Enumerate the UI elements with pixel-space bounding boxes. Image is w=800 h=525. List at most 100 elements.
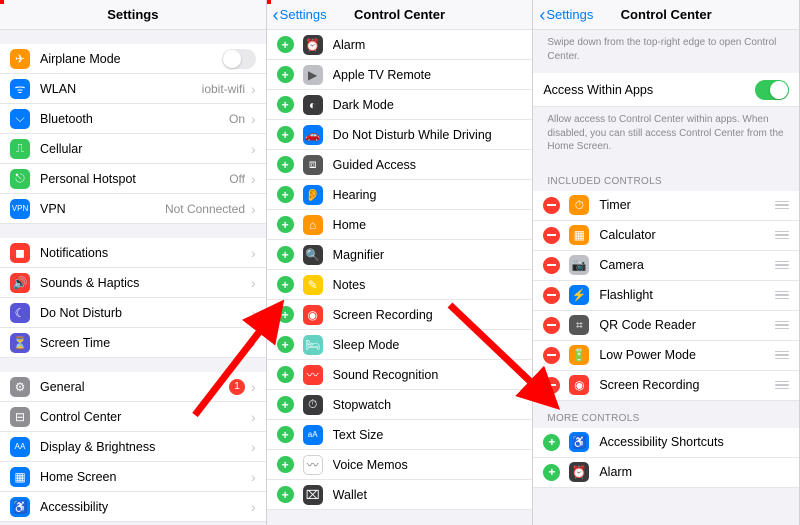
sleep-icon: 🛏 [303,335,323,355]
remove-button[interactable] [543,377,560,394]
row-stopwatch[interactable]: +⏱Stopwatch [267,390,533,420]
row-flashlight[interactable]: ⚡Flashlight [533,281,799,311]
add-button[interactable]: + [277,66,294,83]
add-button[interactable]: + [277,366,294,383]
row-alarm2[interactable]: +⏰Alarm [533,458,799,488]
dnd-drive-icon: 🚗 [303,125,323,145]
reorder-handle[interactable] [775,231,789,240]
wlan-icon: ᯤ [10,79,30,99]
row-wlan[interactable]: ᯤWLANiobit-wifi› [0,74,266,104]
panel2-header: ‹ Settings Control Center [267,0,533,30]
row-bluetooth[interactable]: ⌵BluetoothOn› [0,104,266,134]
row-cellular[interactable]: ⎍Cellular› [0,134,266,164]
reorder-handle[interactable] [775,351,789,360]
airplane-icon: ✈ [10,49,30,69]
reorder-handle[interactable] [775,201,789,210]
row-accessibility[interactable]: ♿Accessibility› [0,492,266,522]
notifications-icon: ◼ [10,243,30,263]
row-screenrec2[interactable]: ◉Screen Recording [533,371,799,401]
row-home[interactable]: ▦Home Screen› [0,462,266,492]
row-label: Do Not Disturb While Driving [333,128,533,142]
row-timer[interactable]: ⏱Timer [533,191,799,221]
vpn-icon: VPN [10,199,30,219]
toggle-switch[interactable] [755,80,789,100]
add-button[interactable]: + [277,156,294,173]
row-detail: Not Connected [165,202,245,216]
back-button[interactable]: ‹ Settings [267,6,327,24]
add-button[interactable]: + [277,306,294,323]
row-hotspot[interactable]: ⎋Personal HotspotOff› [0,164,266,194]
remove-button[interactable] [543,317,560,334]
add-button[interactable]: + [277,96,294,113]
row-control-center[interactable]: ⊟Control Center› [0,402,266,432]
add-button[interactable]: + [277,486,294,503]
add-button[interactable]: + [277,426,294,443]
row-label: Sound Recognition [333,368,533,382]
chevron-right-icon: › [251,305,256,321]
add-button[interactable]: + [277,216,294,233]
row-qr[interactable]: ⌗QR Code Reader [533,311,799,341]
remove-button[interactable] [543,227,560,244]
row-dnd[interactable]: ☾Do Not Disturb› [0,298,266,328]
row-general[interactable]: ⚙General1› [0,372,266,402]
back-button[interactable]: ‹ Settings [533,6,593,24]
row-screenrec[interactable]: +◉Screen Recording [267,300,533,330]
row-wallet[interactable]: +⌧Wallet [267,480,533,510]
add-button[interactable]: + [277,126,294,143]
add-button[interactable]: + [277,246,294,263]
flashlight-icon: ⚡ [569,285,589,305]
add-button[interactable]: + [277,456,294,473]
remove-button[interactable] [543,287,560,304]
add-button[interactable]: + [277,186,294,203]
chevron-left-icon: ‹ [539,6,545,24]
row-hearing[interactable]: +👂Hearing [267,180,533,210]
row-access-within-apps[interactable]: Access Within Apps [533,73,799,107]
chevron-right-icon: › [251,379,256,395]
add-button[interactable]: + [543,434,560,451]
row-alarm[interactable]: +⏰Alarm [267,30,533,60]
magnifier-icon: 🔍 [303,245,323,265]
row-dark-mode[interactable]: +◐Dark Mode [267,90,533,120]
row-textsize[interactable]: +aAText Size [267,420,533,450]
reorder-handle[interactable] [775,321,789,330]
row-lowpower[interactable]: 🔋Low Power Mode [533,341,799,371]
reorder-handle[interactable] [775,291,789,300]
row-label: Screen Time [40,336,251,350]
add-button[interactable]: + [277,276,294,293]
row-calculator[interactable]: ▦Calculator [533,221,799,251]
add-button[interactable]: + [277,36,294,53]
cellular-icon: ⎍ [10,139,30,159]
toggle-switch[interactable] [222,49,256,69]
row-camera[interactable]: 📷Camera [533,251,799,281]
row-label: Apple TV Remote [333,68,533,82]
add-button[interactable]: + [277,336,294,353]
row-label: Home Screen [40,470,251,484]
row-dnd-drive[interactable]: + 🚗 Do Not Disturb While Driving [267,120,533,150]
row-magnifier[interactable]: +🔍Magnifier [267,240,533,270]
remove-button[interactable] [543,257,560,274]
reorder-handle[interactable] [775,261,789,270]
row-apple-tv[interactable]: +▶Apple TV Remote [267,60,533,90]
remove-button[interactable] [543,347,560,364]
row-soundrec[interactable]: +〰Sound Recognition [267,360,533,390]
row-home2[interactable]: +⌂Home [267,210,533,240]
add-button[interactable]: + [543,464,560,481]
chevron-right-icon: › [251,335,256,351]
remove-button[interactable] [543,197,560,214]
row-screentime[interactable]: ⏳Screen Time› [0,328,266,358]
row-notifications[interactable]: ◼Notifications› [0,238,266,268]
row-airplane[interactable]: ✈Airplane Mode [0,44,266,74]
reorder-handle[interactable] [775,381,789,390]
row-label: Control Center [40,410,251,424]
row-sounds[interactable]: 🔊Sounds & Haptics› [0,268,266,298]
row-sleep[interactable]: +🛏Sleep Mode [267,330,533,360]
row-guided[interactable]: +⧈Guided Access [267,150,533,180]
row-vpn[interactable]: VPNVPNNot Connected› [0,194,266,224]
row-label: Cellular [40,142,251,156]
row-a11y[interactable]: +♿Accessibility Shortcuts [533,428,799,458]
add-button[interactable]: + [277,396,294,413]
row-display[interactable]: AADisplay & Brightness› [0,432,266,462]
row-notes[interactable]: +✎Notes [267,270,533,300]
row-voicememo[interactable]: +〰Voice Memos [267,450,533,480]
textsize-icon: aA [303,425,323,445]
